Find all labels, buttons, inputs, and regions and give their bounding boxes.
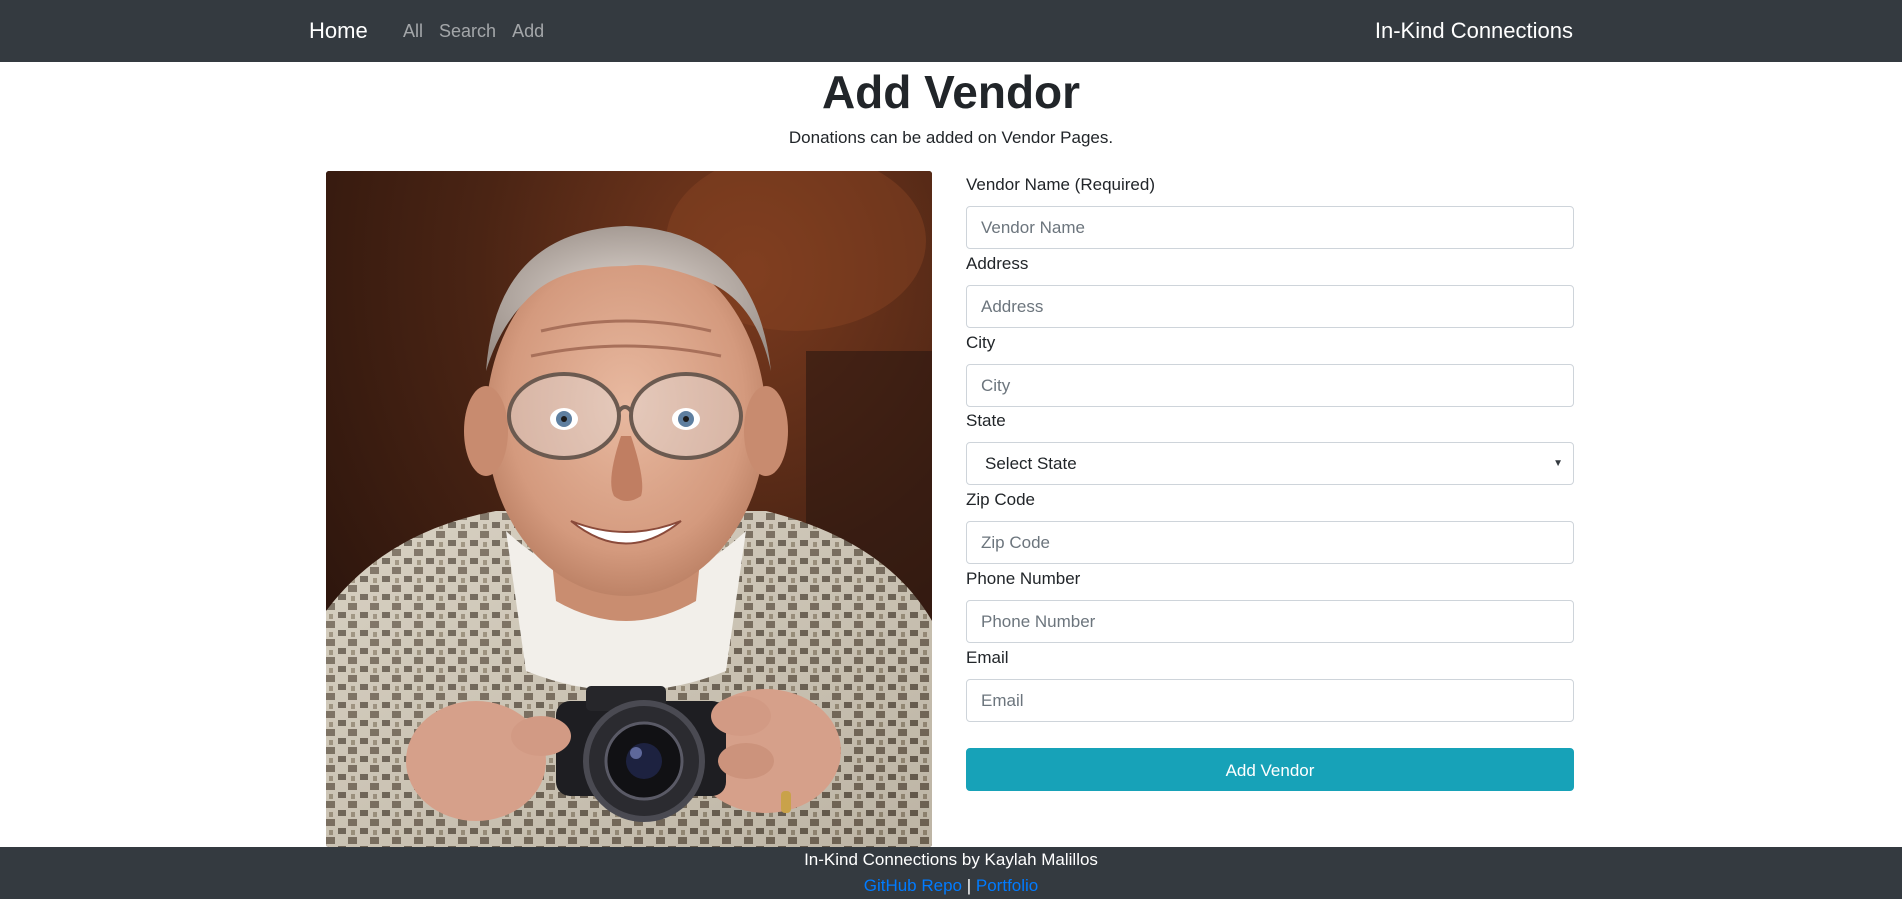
state-label: State [966, 411, 1006, 430]
add-vendor-button[interactable]: Add Vendor [966, 748, 1574, 791]
zip-code-input[interactable] [966, 521, 1574, 564]
email-group: Email [966, 644, 1574, 722]
nav-link-search[interactable]: Search [431, 19, 504, 43]
footer-separator: | [966, 876, 972, 895]
vendor-name-input[interactable] [966, 206, 1574, 249]
vendor-name-label: Vendor Name (Required) [966, 175, 1155, 194]
navbar-inner: Home All Search Add In-Kind Connections [309, 0, 1573, 62]
page: Home All Search Add In-Kind Connections … [0, 0, 1902, 899]
nav-links: All Search Add [395, 19, 552, 43]
city-label: City [966, 333, 996, 352]
phone-number-group: Phone Number [966, 565, 1574, 643]
github-repo-link[interactable]: GitHub Repo [864, 876, 962, 895]
footer-credit: In-Kind Connections by Kaylah Malillos [804, 850, 1098, 869]
address-label: Address [966, 254, 1029, 273]
email-label: Email [966, 648, 1009, 667]
city-input[interactable] [966, 364, 1574, 407]
zip-code-label: Zip Code [966, 490, 1035, 509]
page-title: Add Vendor [821, 66, 1081, 118]
phone-number-input[interactable] [966, 600, 1574, 643]
state-group: State Select State ▼ [966, 407, 1574, 485]
address-input[interactable] [966, 285, 1574, 328]
footer: In-Kind Connections by Kaylah Malillos G… [0, 847, 1902, 899]
nav-link-all[interactable]: All [395, 19, 431, 43]
vendor-name-group: Vendor Name (Required) [966, 171, 1574, 249]
nav-home-link[interactable]: Home [309, 17, 368, 45]
state-select-value: Select State [985, 454, 1077, 473]
vendor-photo [326, 171, 932, 847]
navbar: Home All Search Add In-Kind Connections [0, 0, 1902, 62]
chevron-down-icon: ▼ [1553, 458, 1563, 469]
navbar-app-title[interactable]: In-Kind Connections [1375, 17, 1573, 45]
state-select[interactable]: Select State ▼ [966, 442, 1574, 485]
page-subtitle: Donations can be added on Vendor Pages. [788, 128, 1114, 147]
address-group: Address [966, 250, 1574, 328]
zip-code-group: Zip Code [966, 486, 1574, 564]
portfolio-link[interactable]: Portfolio [976, 876, 1038, 895]
email-input[interactable] [966, 679, 1574, 722]
footer-links: GitHub Repo | Portfolio [0, 873, 1902, 899]
phone-number-label: Phone Number [966, 569, 1081, 588]
nav-link-add[interactable]: Add [504, 19, 552, 43]
city-group: City [966, 329, 1574, 407]
